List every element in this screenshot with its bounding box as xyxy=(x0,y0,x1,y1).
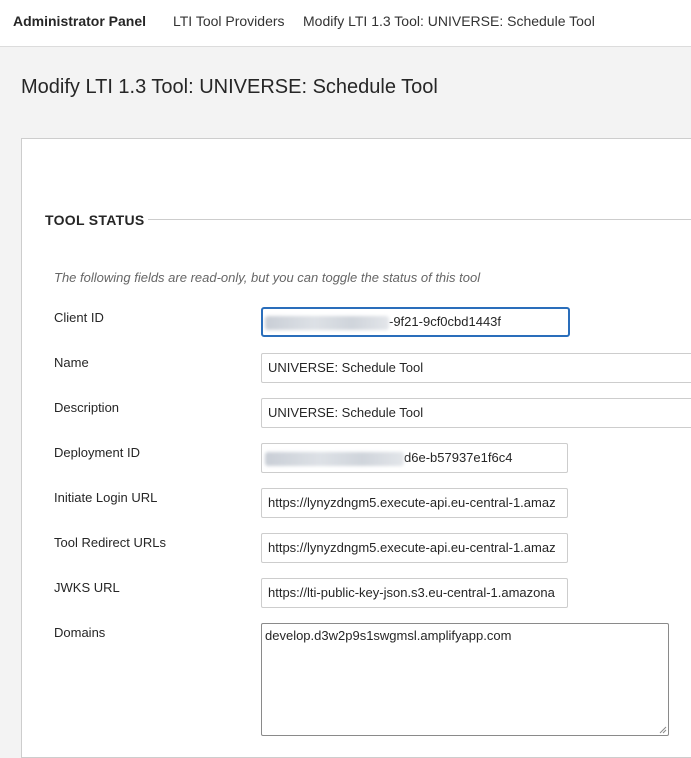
domains-textarea[interactable]: develop.d3w2p9s1swgmsl.amplifyapp.com xyxy=(261,623,669,736)
client-id-visible-suffix: -9f21-9cf0cbd1443f xyxy=(389,314,502,329)
breadcrumb-lti-tool-providers[interactable]: LTI Tool Providers xyxy=(173,13,285,29)
tool-redirect-urls-field[interactable]: https://lynyzdngm5.execute-api.eu-centra… xyxy=(261,533,568,563)
description-field[interactable]: UNIVERSE: Schedule Tool xyxy=(261,398,691,428)
description-label: Description xyxy=(54,400,120,415)
top-breadcrumb-bar: Administrator Panel LTI Tool Providers M… xyxy=(0,0,691,47)
redacted-value xyxy=(265,315,389,330)
tool-redirect-urls-label: Tool Redirect URLs xyxy=(54,535,166,550)
page-title: Modify LTI 1.3 Tool: UNIVERSE: Schedule … xyxy=(21,76,438,98)
redacted-value xyxy=(265,451,404,466)
initiate-login-url-label: Initiate Login URL xyxy=(54,490,158,505)
name-label: Name xyxy=(54,355,89,370)
name-field[interactable]: UNIVERSE: Schedule Tool xyxy=(261,353,691,383)
domains-label: Domains xyxy=(54,625,106,640)
resize-grip-icon[interactable] xyxy=(658,725,667,734)
read-only-note: The following fields are read-only, but … xyxy=(54,270,481,285)
breadcrumb-current-page: Modify LTI 1.3 Tool: UNIVERSE: Schedule … xyxy=(303,13,595,29)
section-title: TOOL STATUS xyxy=(45,212,145,228)
deployment-id-visible-suffix: d6e-b57937e1f6c4 xyxy=(404,450,513,465)
client-id-field[interactable]: -9f21-9cf0cbd1443f xyxy=(261,307,570,337)
deployment-id-field[interactable]: d6e-b57937e1f6c4 xyxy=(261,443,568,473)
section-divider xyxy=(148,219,691,220)
initiate-login-url-field[interactable]: https://lynyzdngm5.execute-api.eu-centra… xyxy=(261,488,568,518)
deployment-id-label: Deployment ID xyxy=(54,445,140,460)
client-id-label: Client ID xyxy=(54,310,104,325)
jwks-url-field[interactable]: https://lti-public-key-json.s3.eu-centra… xyxy=(261,578,568,608)
jwks-url-label: JWKS URL xyxy=(54,580,120,595)
domains-value: develop.d3w2p9s1swgmsl.amplifyapp.com xyxy=(265,628,512,643)
breadcrumb-administrator-panel[interactable]: Administrator Panel xyxy=(13,13,146,29)
